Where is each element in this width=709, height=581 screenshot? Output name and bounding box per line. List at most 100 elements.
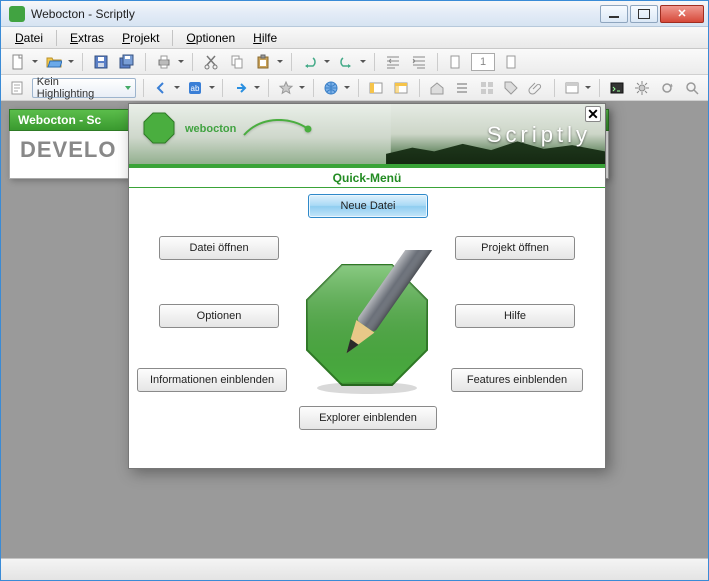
doc-icon[interactable] — [7, 77, 28, 99]
banner-swoosh-icon — [242, 119, 312, 137]
toolbar-secondary: Kein Highlighting ab — [1, 75, 708, 101]
undo-dropdown[interactable] — [323, 60, 331, 63]
toolbar-separator — [192, 53, 193, 71]
app-icon — [9, 6, 25, 22]
new-file-icon[interactable] — [7, 51, 29, 73]
window-close-button[interactable]: ✕ — [660, 5, 704, 23]
dialog-banner: webocton Scriptly ✕ — [129, 104, 605, 164]
dialog-close-button[interactable]: ✕ — [585, 106, 601, 122]
hilfe-button[interactable]: Hilfe — [455, 304, 575, 328]
back-dropdown[interactable] — [174, 86, 182, 89]
save-all-icon[interactable] — [116, 51, 138, 73]
window-title: Webocton - Scriptly — [31, 7, 598, 21]
window-dropdown[interactable] — [584, 86, 592, 89]
app-window: Webocton - Scriptly ✕ Datei Extras Proje… — [0, 0, 709, 581]
paste-icon[interactable] — [252, 51, 274, 73]
home-icon[interactable] — [427, 77, 448, 99]
dialog-title: Quick-Menü — [129, 168, 605, 188]
banner-brand-text: webocton — [185, 123, 236, 135]
dialog-center-graphic — [292, 250, 442, 400]
toolbar-separator — [145, 53, 146, 71]
toolbar-separator — [313, 79, 314, 97]
menu-datei[interactable]: Datei — [7, 29, 51, 47]
octagon-icon — [141, 110, 177, 146]
undo-icon[interactable] — [299, 51, 321, 73]
search-icon[interactable] — [681, 77, 702, 99]
client-area: Webocton - Sc DEVELO n.de webocton Scrip… — [1, 101, 708, 558]
document-heading: DEVELO — [20, 137, 116, 163]
favorite-icon[interactable] — [276, 77, 297, 99]
optionen-button[interactable]: Optionen — [159, 304, 279, 328]
window-icon[interactable] — [562, 77, 583, 99]
toolbar-separator — [143, 79, 144, 97]
banner-logo: webocton — [141, 110, 312, 146]
terminal-icon[interactable] — [607, 77, 628, 99]
features-einblenden-button[interactable]: Features einblenden — [451, 368, 583, 392]
open-file-icon[interactable] — [43, 51, 65, 73]
indent-out-icon[interactable] — [382, 51, 404, 73]
tag-icon[interactable] — [501, 77, 522, 99]
window-controls: ✕ — [598, 5, 704, 23]
titlebar: Webocton - Scriptly ✕ — [1, 1, 708, 27]
svg-text:ab: ab — [191, 84, 200, 93]
save-icon[interactable] — [90, 51, 112, 73]
toolbar-separator — [374, 53, 375, 71]
redo-icon[interactable] — [335, 51, 357, 73]
minimize-button[interactable] — [600, 5, 628, 23]
explorer-einblenden-button[interactable]: Explorer einblenden — [299, 406, 437, 430]
menu-extras[interactable]: Extras — [62, 29, 112, 47]
datei-oeffnen-button[interactable]: Datei öffnen — [159, 236, 279, 260]
favorite-dropdown[interactable] — [298, 86, 306, 89]
toolbar-separator — [599, 79, 600, 97]
globe-dropdown[interactable] — [344, 86, 352, 89]
copy-icon[interactable] — [226, 51, 248, 73]
panel-left-icon[interactable] — [366, 77, 387, 99]
toolbar-separator — [268, 79, 269, 97]
forward-icon[interactable] — [230, 77, 251, 99]
toolbar-separator — [291, 53, 292, 71]
back-icon[interactable] — [151, 77, 172, 99]
menu-hilfe[interactable]: Hilfe — [245, 29, 285, 47]
menu-optionen[interactable]: Optionen — [178, 29, 243, 47]
maximize-button[interactable] — [630, 5, 658, 23]
app-badge-icon[interactable]: ab — [185, 77, 206, 99]
toolbar-separator — [358, 79, 359, 97]
projekt-oeffnen-button[interactable]: Projekt öffnen — [455, 236, 575, 260]
page-number-box[interactable]: 1 — [471, 53, 495, 71]
refresh-icon[interactable] — [656, 77, 677, 99]
gear-icon[interactable] — [632, 77, 653, 99]
list-icon[interactable] — [451, 77, 472, 99]
highlighting-combo-label: Kein Highlighting — [37, 76, 119, 100]
cut-icon[interactable] — [200, 51, 222, 73]
open-file-dropdown[interactable] — [67, 60, 75, 63]
informationen-einblenden-button[interactable]: Informationen einblenden — [137, 368, 287, 392]
quick-menu-dialog: webocton Scriptly ✕ Quick-Menü Neue Date… — [128, 103, 606, 469]
new-file-dropdown[interactable] — [31, 60, 39, 63]
paste-dropdown[interactable] — [276, 60, 284, 63]
page-prev-icon[interactable] — [445, 51, 467, 73]
panel-grid-icon[interactable] — [391, 77, 412, 99]
grid-icon[interactable] — [476, 77, 497, 99]
toolbar-separator — [419, 79, 420, 97]
globe-icon[interactable] — [321, 77, 342, 99]
menu-projekt[interactable]: Projekt — [114, 29, 167, 47]
print-icon[interactable] — [153, 51, 175, 73]
app-badge-dropdown[interactable] — [208, 86, 216, 89]
redo-dropdown[interactable] — [359, 60, 367, 63]
toolbar-separator — [437, 53, 438, 71]
attach-icon[interactable] — [526, 77, 547, 99]
statusbar — [1, 558, 708, 580]
print-dropdown[interactable] — [177, 60, 185, 63]
toolbar-separator — [222, 79, 223, 97]
banner-product-name: Scriptly — [487, 122, 591, 148]
menu-separator — [172, 30, 173, 46]
neue-datei-button[interactable]: Neue Datei — [308, 194, 428, 218]
toolbar-separator — [554, 79, 555, 97]
highlighting-combo[interactable]: Kein Highlighting — [32, 78, 136, 98]
toolbar-main: 1 — [1, 49, 708, 75]
dialog-body: Neue Datei Datei öffnen Projekt öffnen O… — [129, 188, 605, 468]
menubar: Datei Extras Projekt Optionen Hilfe — [1, 27, 708, 49]
forward-dropdown[interactable] — [253, 86, 261, 89]
indent-in-icon[interactable] — [408, 51, 430, 73]
page-next-icon[interactable] — [499, 51, 521, 73]
